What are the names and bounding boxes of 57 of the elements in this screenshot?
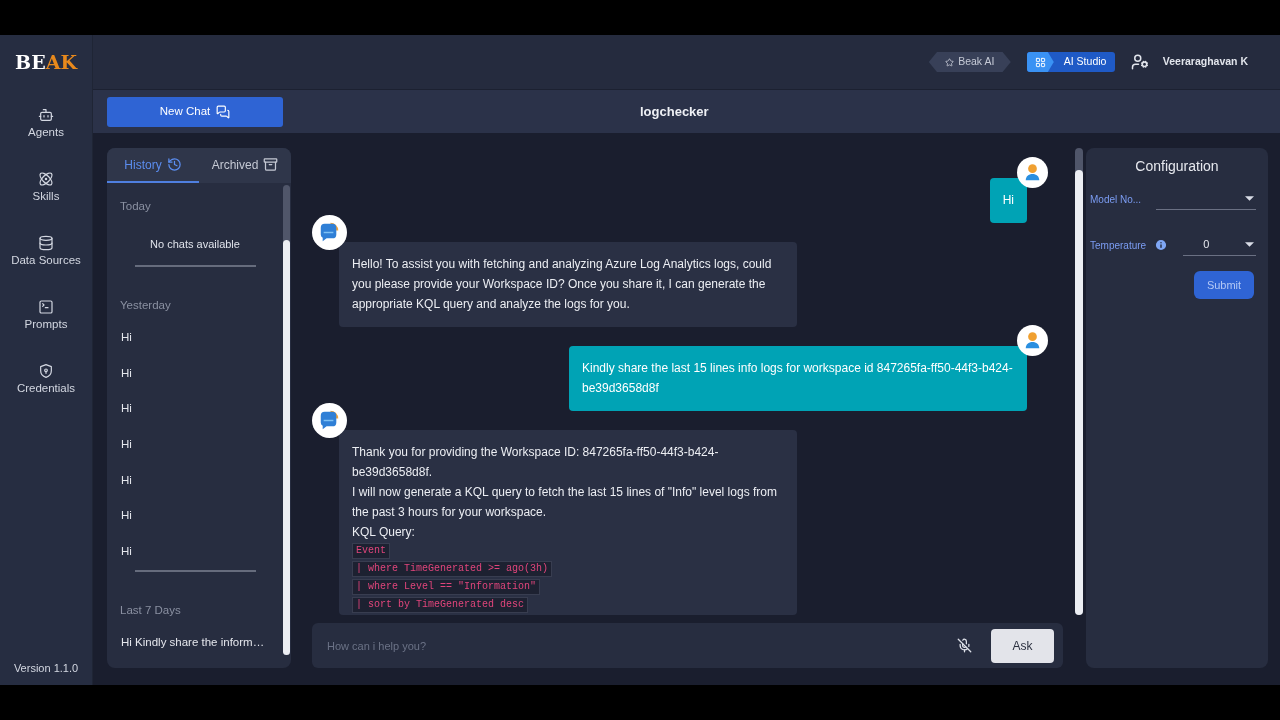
logo-text: BE: [15, 53, 46, 72]
user-avatar-icon: [1017, 157, 1048, 188]
message-text: KQL Query:: [352, 524, 415, 541]
chat-bubble-avatar-icon: [312, 403, 347, 438]
ask-button[interactable]: Ask: [991, 628, 1054, 663]
robot-icon: [38, 107, 54, 123]
panel-title: Configuration: [1134, 157, 1220, 176]
user-message: Kindly share the last 15 lines info logs for workspace id 847265fa-ff50-44f3-b424-be39d3658d8f: [569, 346, 1027, 411]
terminal-icon: [38, 299, 54, 315]
empty-state-text: No chats available: [149, 237, 241, 252]
group-heading: Yesterday: [119, 298, 172, 313]
history-item[interactable]: Hi: [107, 320, 283, 356]
message-text: Hello! To assist you with fetching and analyzing Azure Log Analytics logs, could you please provide your Workspace ID? Once you share it, I can generate the appropriate KQL query and analyze the logs for you.: [352, 256, 773, 313]
message-text: Thank you for providing the Workspace ID: 847265fa-ff50-44f3-b424-be39d3658d8f.: [352, 444, 720, 481]
nav-item[interactable]: Skills: [0, 164, 92, 228]
microphone-off-icon[interactable]: [957, 638, 972, 653]
nav-item[interactable]: Prompts: [0, 292, 92, 356]
version-label: Version 1.1.0: [13, 661, 79, 675]
message-text: I will now generate a KQL query to fetch the last 15 lines of "Info" level logs from the past 3 hours for your workspace.: [352, 484, 778, 521]
history-item[interactable]: Hi Kindly share the inform…: [107, 625, 283, 661]
tab[interactable]: Archived: [199, 148, 291, 183]
history-item[interactable]: Hi: [107, 497, 283, 534]
tab[interactable]: History: [107, 148, 199, 183]
field-label: Model No...: [1090, 192, 1142, 207]
user-message: Hi: [989, 178, 1027, 223]
nav-item[interactable]: Credentials: [0, 356, 92, 420]
shield-icon: [38, 363, 54, 379]
user-avatar-icon: [1017, 325, 1048, 356]
grid-icon: [1034, 56, 1046, 68]
workspace-switch[interactable]: Beak AI: [928, 52, 1011, 72]
star-icon: [945, 57, 955, 67]
history-item[interactable]: Hi: [107, 462, 283, 498]
group-heading: Today: [119, 199, 152, 214]
caret-down-icon: [1245, 196, 1254, 201]
chat-bubble-avatar-icon: [312, 215, 347, 250]
nav-item[interactable]: Agents: [0, 100, 92, 164]
field-label: Temperature: [1090, 238, 1147, 253]
info-icon[interactable]: [1154, 238, 1169, 252]
workspace-switch[interactable]: AI Studio: [1026, 52, 1115, 72]
chat-title: logchecker: [640, 102, 709, 121]
database-icon: [38, 235, 54, 251]
new-chat-button[interactable]: New Chat: [107, 96, 283, 127]
chat-bubbles-icon: [216, 104, 231, 119]
history-icon: [166, 157, 182, 172]
history-item[interactable]: Hi: [107, 355, 283, 392]
archive-box-icon: [263, 157, 279, 172]
user-name: Veeraraghavan K: [1162, 54, 1248, 70]
caret-down-icon: [1245, 242, 1254, 247]
user-gear-icon[interactable]: [1130, 53, 1149, 71]
history-item[interactable]: Hi: [107, 391, 283, 427]
history-item[interactable]: Hi: [107, 426, 283, 463]
history-item[interactable]: Hi: [107, 533, 283, 570]
logo-text: AK: [45, 53, 77, 72]
atom-icon: [38, 171, 54, 187]
nav-item[interactable]: Data Sources: [0, 228, 92, 292]
group-heading: Last 7 Days: [119, 603, 182, 619]
select-field[interactable]: 0: [1183, 234, 1256, 256]
